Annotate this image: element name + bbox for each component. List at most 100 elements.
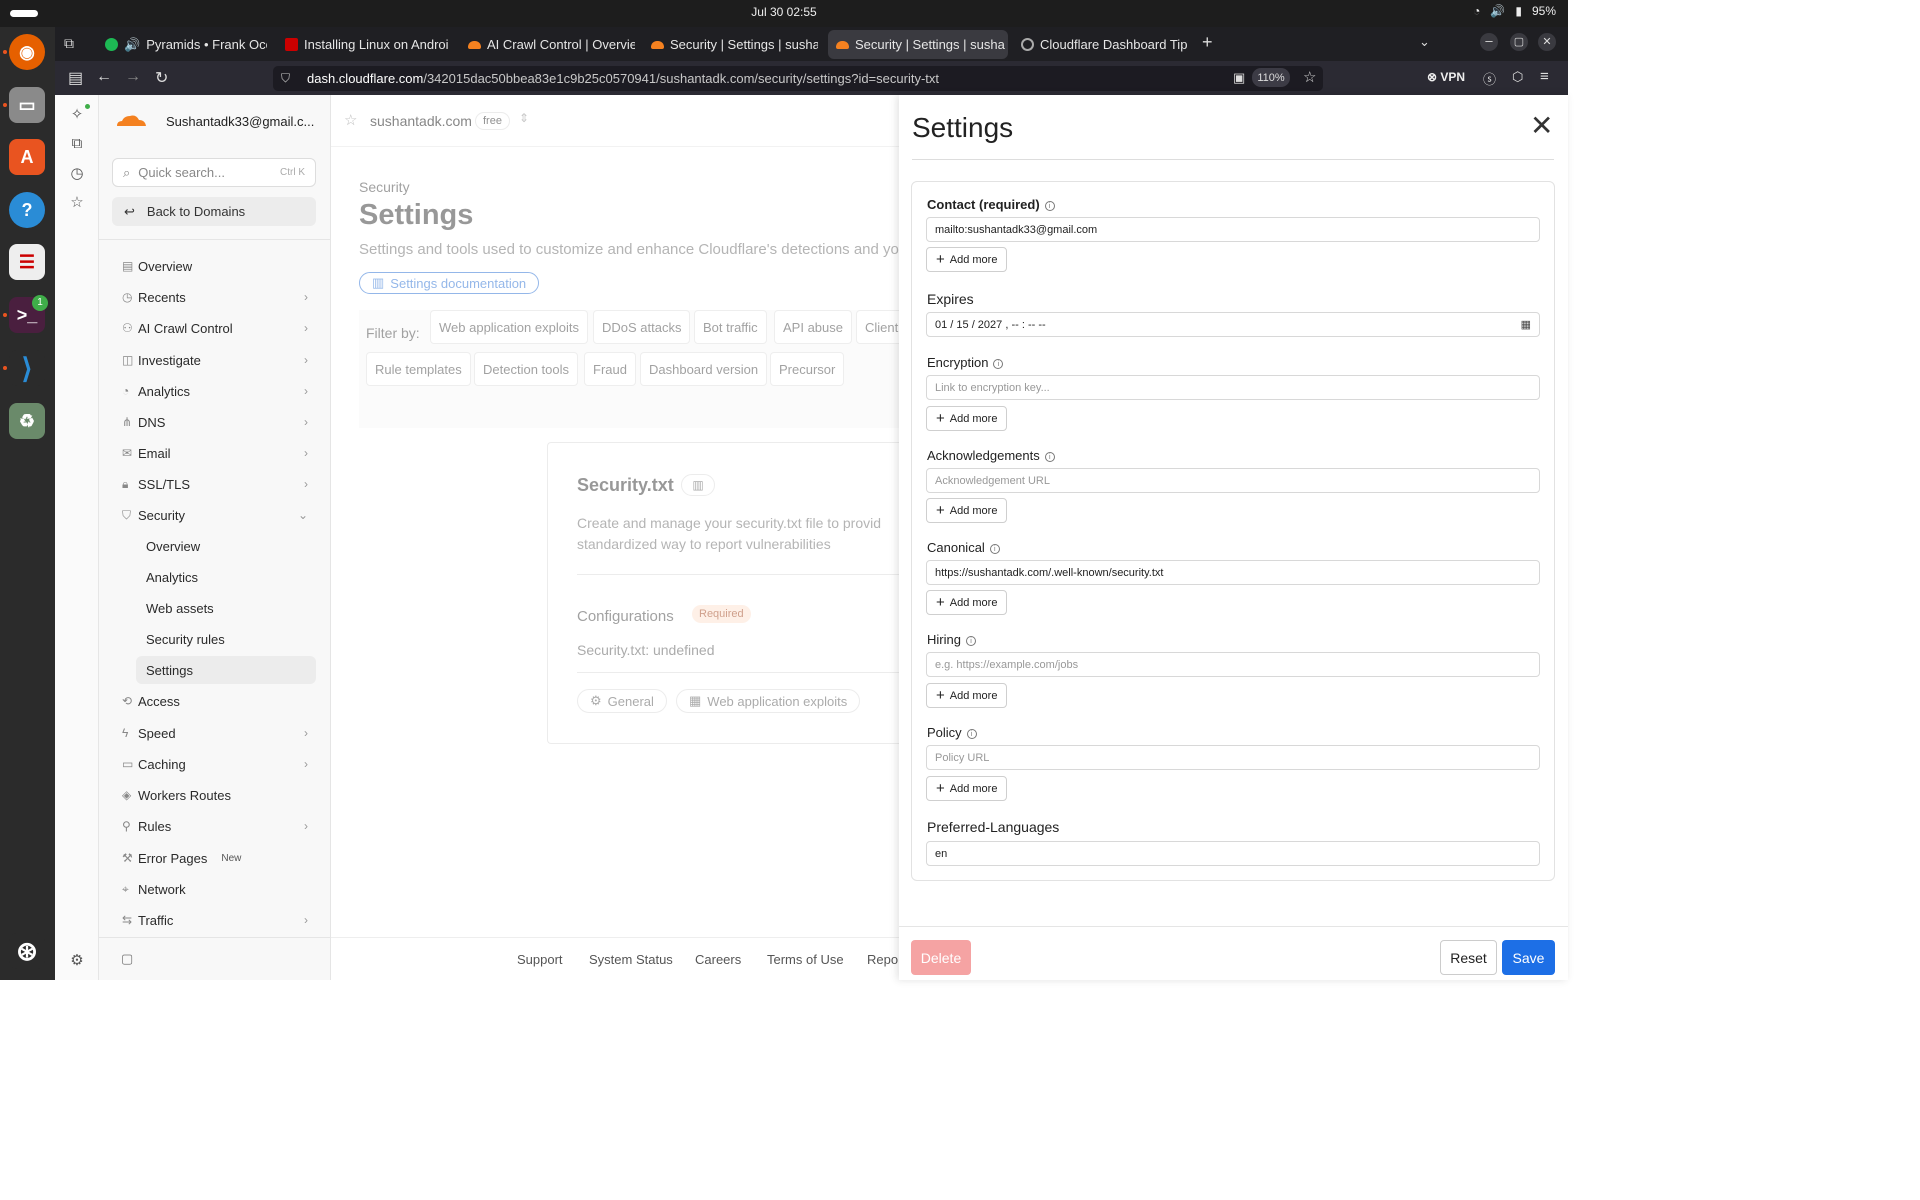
browser-tab[interactable]: AI Crawl Control | Overvie ✕	[460, 30, 635, 59]
calendar-icon[interactable]: ▦	[1521, 318, 1531, 331]
collapse-sidebar-icon[interactable]: ▢	[121, 951, 133, 967]
forward-icon[interactable]: →	[125, 68, 141, 86]
sparkle-icon[interactable]: ✧	[68, 105, 86, 123]
save-button[interactable]: Save	[1502, 940, 1555, 975]
system-clock[interactable]: Jul 30 02:55	[0, 5, 1568, 19]
policy-add-more-button[interactable]: + Add more	[926, 776, 1008, 801]
chevron-right-icon: ›	[304, 384, 308, 398]
sidebar-item-ssl-tls[interactable]: 🔒︎ SSL/TLS ›	[112, 470, 316, 498]
sidebar-item-caching[interactable]: ▭ Caching ›	[112, 750, 316, 778]
tab-list-chevron-icon[interactable]: ⌄	[1419, 34, 1430, 50]
sidebar-subitem-overview[interactable]: Overview	[136, 532, 316, 560]
sidebar-subitem-settings[interactable]: Settings	[136, 656, 316, 684]
sidebar-item-security[interactable]: ⛉ Security ⌄	[112, 501, 316, 529]
account-icon[interactable]: ⓢ	[1483, 69, 1496, 88]
zoom-level[interactable]: 110%	[1252, 68, 1290, 87]
encryption-add-more-button[interactable]: + Add more	[926, 406, 1008, 431]
firefox-icon[interactable]: ◉	[9, 34, 45, 70]
history-icon[interactable]: ◷	[68, 164, 86, 182]
info-icon[interactable]: i	[989, 544, 1000, 554]
sidebar-item-investigate[interactable]: ◫ Investigate ›	[112, 346, 316, 374]
sidebar-item-overview[interactable]: ▤ Overview	[112, 252, 316, 280]
sidebar-toggle-icon[interactable]: ▤	[68, 68, 83, 88]
footer-link-terms-of-use[interactable]: Terms of Use	[767, 952, 844, 967]
settings-gear-icon[interactable]: ⚙	[68, 951, 86, 969]
window-close-icon[interactable]: ✕	[1538, 33, 1556, 51]
acknowledgements-add-more-button[interactable]: + Add more	[926, 498, 1008, 523]
policy-field[interactable]: Policy URL	[926, 745, 1540, 770]
sidebar-subitem-web-assets[interactable]: Web assets	[136, 594, 316, 622]
files-icon[interactable]: ▭	[9, 87, 45, 123]
app-center-icon[interactable]: A	[9, 139, 45, 175]
browser-tab[interactable]: Cloudflare Dashboard Tip ✕	[1013, 30, 1188, 59]
footer-link-system-status[interactable]: System Status	[589, 952, 673, 967]
info-icon[interactable]: i	[965, 636, 976, 646]
info-icon[interactable]: i	[1044, 452, 1055, 462]
trash-icon[interactable]: ♻	[9, 403, 45, 439]
new-tab-icon[interactable]: +	[1202, 32, 1213, 53]
sidebar-item-error-pages[interactable]: ⚒ Error Pages New	[112, 844, 316, 872]
document-viewer-icon[interactable]: ☰	[9, 244, 45, 280]
hiring-field[interactable]: e.g. https://example.com/jobs	[926, 652, 1540, 677]
star-icon[interactable]: ☆	[68, 193, 86, 211]
expires-date-field[interactable]: 01 / 15 / 2027 , -- : -- -- ▦	[926, 312, 1540, 337]
account-name[interactable]: Sushantadk33@gmail.c...	[166, 114, 314, 129]
delete-button[interactable]: Delete	[911, 940, 971, 975]
contact-field[interactable]: mailto:sushantadk33@gmail.com	[926, 217, 1540, 242]
sidebar-item-rules[interactable]: ⚲ Rules ›	[112, 812, 316, 840]
address-bar[interactable]: ⛉ dash.cloudflare.com/342015dac50bbea83e…	[273, 66, 1323, 91]
browser-tab[interactable]: 🔊 Pyramids • Frank Ocea ✕	[97, 30, 267, 59]
reload-icon[interactable]: ↻	[155, 68, 168, 88]
close-icon[interactable]: ✕	[1530, 112, 1553, 140]
sidebar-item-network[interactable]: ⌖ Network	[112, 875, 316, 903]
footer-link-careers[interactable]: Careers	[695, 952, 741, 967]
pages-icon[interactable]: ⧉	[68, 135, 86, 153]
canonical-field[interactable]: https://sushantadk.com/.well-known/secur…	[926, 560, 1540, 585]
acknowledgements-field[interactable]: Acknowledgement URL	[926, 468, 1540, 493]
sidebar-subitem-security-rules[interactable]: Security rules	[136, 625, 316, 653]
preferred-languages-field[interactable]: en	[926, 841, 1540, 866]
info-icon[interactable]: i	[993, 359, 1004, 369]
sidebar-item-speed[interactable]: ϟ Speed ›	[112, 719, 316, 747]
canonical-add-more-button[interactable]: + Add more	[926, 590, 1008, 615]
extensions-icon[interactable]: ⬡	[1512, 69, 1523, 85]
tab-audio-icon[interactable]: 🔊	[124, 37, 140, 53]
sidebar-item-access[interactable]: ⟲ Access	[112, 687, 316, 715]
browser-tab[interactable]: Security | Settings | susha ✕	[643, 30, 818, 59]
encryption-field[interactable]: Link to encryption key...	[926, 375, 1540, 400]
sidebar-item-email[interactable]: ✉ Email ›	[112, 439, 316, 467]
sidebar-item-ai-crawl-control[interactable]: ⚇ AI Crawl Control ›	[112, 314, 316, 342]
minimize-icon[interactable]: –	[1480, 33, 1498, 51]
sidebar-item-traffic[interactable]: ⇆ Traffic ›	[112, 906, 316, 934]
reader-view-icon[interactable]: ▣	[1233, 70, 1245, 86]
vscode-icon[interactable]: ⟩	[9, 350, 45, 386]
cloudflare-logo[interactable]	[115, 113, 147, 127]
footer-link-support[interactable]: Support	[517, 952, 563, 967]
footer-link-report[interactable]: Repor	[867, 952, 902, 967]
sidebar-item-analytics[interactable]: ◔ Analytics ›	[112, 377, 316, 405]
browser-tab-active[interactable]: Security | Settings | susha ✕	[828, 30, 1008, 59]
vpn-button[interactable]: ⊗ VPN	[1427, 70, 1465, 84]
sidebar-item-workers-routes[interactable]: ◈ Workers Routes	[112, 781, 316, 809]
overlay-dim[interactable]	[331, 95, 899, 980]
reset-button[interactable]: Reset	[1440, 940, 1497, 975]
menu-icon[interactable]: ≡	[1540, 68, 1549, 85]
shield-icon[interactable]: ⛉	[281, 71, 290, 86]
tab-overview-icon[interactable]: ⧉	[64, 35, 74, 52]
back-icon[interactable]: ←	[96, 68, 112, 86]
bookmark-star-icon[interactable]: ☆	[1303, 68, 1316, 86]
help-icon[interactable]: ?	[9, 192, 45, 228]
sidebar-item-recents[interactable]: ◷ Recents ›	[112, 283, 316, 311]
hiring-add-more-button[interactable]: + Add more	[926, 683, 1008, 708]
contact-add-more-button[interactable]: + Add more	[926, 247, 1008, 272]
system-tray[interactable]: ◔ 🔊 ▮ 95%	[1473, 4, 1556, 18]
maximize-icon[interactable]: ▢	[1510, 33, 1528, 51]
sidebar-subitem-analytics[interactable]: Analytics	[136, 563, 316, 591]
show-apps-icon[interactable]: ⊛	[9, 933, 45, 969]
quick-search-input[interactable]: ⌕ Quick search... Ctrl K	[112, 158, 316, 187]
sidebar-item-dns[interactable]: ⋔ DNS ›	[112, 408, 316, 436]
info-icon[interactable]: i	[966, 729, 977, 739]
back-to-domains-button[interactable]: ↩ Back to Domains	[112, 197, 316, 226]
info-icon[interactable]: i	[1044, 201, 1055, 211]
browser-tab[interactable]: Installing Linux on Androi ✕	[277, 30, 452, 59]
